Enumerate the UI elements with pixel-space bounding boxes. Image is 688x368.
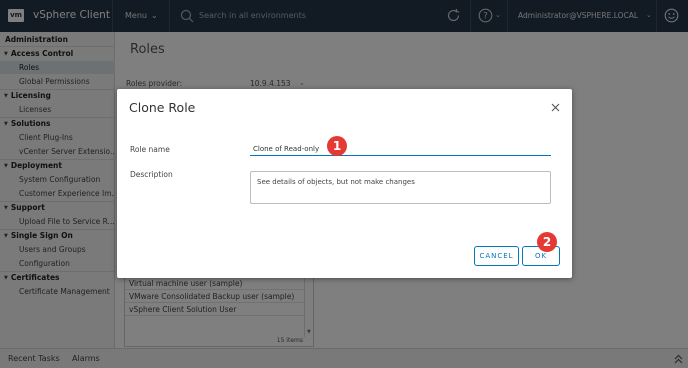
dialog-title: Clone Role bbox=[129, 100, 196, 115]
step-badge: 1 bbox=[327, 136, 347, 156]
description-label: Description bbox=[130, 170, 173, 179]
description-textarea[interactable]: See details of objects, but not make cha… bbox=[250, 171, 551, 204]
close-icon[interactable] bbox=[551, 103, 560, 112]
clone-role-dialog: Clone Role Role name Description See det… bbox=[117, 89, 572, 278]
role-name-input[interactable] bbox=[250, 142, 551, 156]
step-badge: 2 bbox=[537, 232, 557, 252]
cancel-button[interactable]: CANCEL bbox=[474, 246, 519, 266]
role-name-label: Role name bbox=[130, 145, 170, 154]
